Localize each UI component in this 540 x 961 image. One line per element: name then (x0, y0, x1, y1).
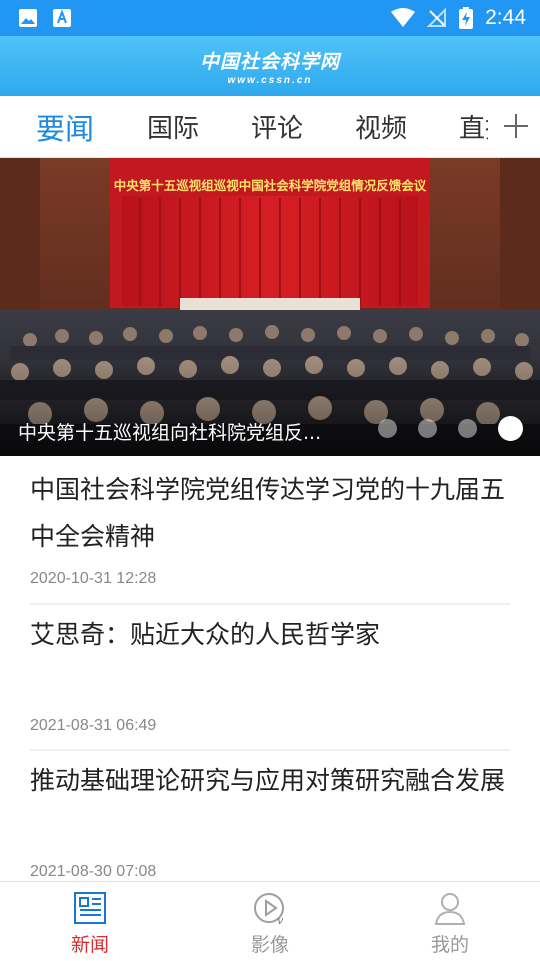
nav-news[interactable]: 新闻 (0, 882, 180, 961)
carousel-dot[interactable] (458, 419, 477, 438)
app-header: 中国社会科学网 www.cssn.cn (0, 36, 540, 96)
nav-video[interactable]: v 影像 (180, 882, 360, 961)
gallery-notification-icon (19, 9, 37, 27)
article-title: 艾思奇：贴近大众的人民哲学家 (30, 620, 381, 649)
article-time: 2020-10-31 12:28 (30, 570, 157, 587)
article-time: 2021-08-30 07:08 (30, 863, 157, 880)
carousel-dot[interactable] (418, 419, 437, 438)
bottom-navigation: 新闻 v 影像 我的 (0, 881, 540, 960)
carousel-dot[interactable] (378, 419, 397, 438)
carousel-photo: 中央第十五巡视组巡视中国社会科学院党组情况反馈会议 (0, 158, 540, 456)
add-channel-button[interactable] (488, 96, 540, 156)
tab-headlines[interactable]: 要闻 (36, 106, 94, 148)
newspaper-icon (74, 892, 106, 924)
headline-carousel[interactable]: 中央第十五巡视组巡视中国社会科学院党组情况反馈会议 (0, 158, 540, 456)
signal-off-icon (427, 8, 447, 27)
carousel-indicators (378, 416, 523, 441)
article-title: 中国社会科学院党组传达学习党的十九届五中全会精神 (30, 475, 506, 551)
carousel-caption[interactable]: 中央第十五巡视组向社科院党组反... (18, 418, 358, 445)
battery-charging-icon (459, 7, 474, 29)
nav-profile[interactable]: 我的 (360, 882, 540, 961)
list-item[interactable]: 推动基础理论研究与应用对策研究融合发展 2021-08-30 07:08 (0, 751, 540, 881)
logo-title: 中国社会科学网 (199, 50, 340, 73)
list-item[interactable]: 艾思奇：贴近大众的人民哲学家 2021-08-31 06:49 (0, 605, 540, 749)
article-title: 推动基础理论研究与应用对策研究融合发展 (30, 766, 506, 795)
logo-url: www.cssn.cn (227, 74, 313, 86)
play-video-icon: v (254, 893, 284, 926)
carousel-dot-active[interactable] (498, 416, 523, 441)
plus-icon (504, 114, 528, 138)
status-bar: 2:44 (0, 0, 540, 36)
list-item[interactable]: 中国社会科学院党组传达学习党的十九届五中全会精神 2020-10-31 12:2… (0, 456, 540, 602)
nav-video-label: 影像 (250, 934, 289, 956)
tab-commentary[interactable]: 评论 (251, 108, 303, 145)
tab-video[interactable]: 视频 (355, 108, 407, 145)
app-notification-icon (53, 9, 71, 27)
nav-profile-label: 我的 (430, 934, 469, 956)
nav-news-label: 新闻 (70, 934, 109, 956)
category-tabs: 要闻 国际 评论 视频 直播 (0, 96, 540, 158)
user-icon (434, 893, 466, 925)
article-time: 2021-08-31 06:49 (30, 717, 157, 734)
svg-text:v: v (277, 914, 284, 926)
banner-text: 中央第十五巡视组巡视中国社会科学院党组情况反馈会议 (114, 178, 427, 193)
wifi-icon (391, 8, 416, 27)
tab-international[interactable]: 国际 (147, 108, 199, 145)
clock: 2:44 (485, 6, 526, 29)
